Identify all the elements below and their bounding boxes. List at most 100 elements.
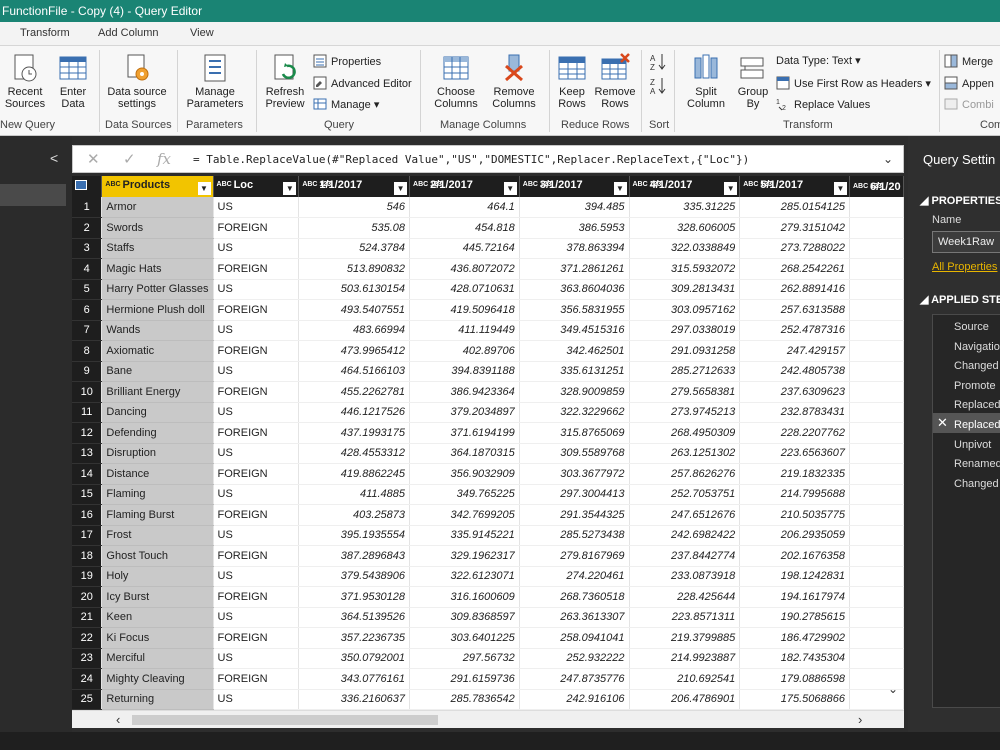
cell-value[interactable]: 285.7836542 (409, 689, 520, 710)
cell-value[interactable]: 273.7288022 (739, 238, 850, 259)
cell-value[interactable] (849, 648, 904, 669)
table-row[interactable]: 16 Flaming Burst FOREIGN 403.25873 342.76992… (72, 504, 904, 526)
cell-value[interactable]: 252.932222 (519, 648, 630, 669)
cell-value[interactable]: 342.7699205 (409, 504, 520, 526)
cell-value[interactable]: 402.89706 (409, 340, 520, 362)
cell-value[interactable]: 336.2160637 (298, 689, 411, 710)
row-number[interactable]: 22 (72, 627, 103, 649)
cell-loc[interactable]: US (213, 279, 300, 300)
cell-value[interactable]: 303.6401225 (409, 627, 520, 649)
row-number[interactable]: 23 (72, 648, 103, 669)
properties-button[interactable]: Properties (313, 54, 381, 68)
filter-dropdown-icon[interactable]: ▼ (613, 181, 627, 195)
table-row[interactable]: 5 Harry Potter Glasses US 503.6130154 428.07… (72, 279, 904, 300)
table-row[interactable]: 8 Axiomatic FOREIGN 473.9965412 402.89706 342… (72, 340, 904, 362)
cell-loc[interactable]: US (213, 566, 300, 587)
tab-transform[interactable]: Transform (20, 27, 70, 39)
column-header-loc[interactable]: ABC Loc ▼ (213, 176, 300, 197)
applied-step-item[interactable]: Promote (954, 380, 996, 392)
cell-value[interactable]: 210.692541 (629, 668, 741, 690)
commit-formula-icon[interactable]: ✓ (123, 150, 136, 168)
cell-loc[interactable]: US (213, 525, 300, 546)
cell-product[interactable]: Dancing (101, 402, 214, 423)
table-row[interactable]: 20 Icy Burst FOREIGN 371.9530128 316.1600609… (72, 586, 904, 608)
applied-steps-section-header[interactable]: ◢ APPLIED STE (920, 293, 1000, 306)
table-row[interactable]: 14 Distance FOREIGN 419.8862245 356.9032909 3… (72, 463, 904, 485)
scroll-right-icon[interactable]: › (858, 712, 862, 727)
cell-value[interactable]: 194.1617974 (739, 586, 850, 608)
cell-product[interactable]: Staffs (101, 238, 214, 259)
cell-value[interactable]: 228.425644 (629, 586, 741, 608)
selected-query-item[interactable] (0, 184, 66, 206)
cell-value[interactable]: 328.606005 (629, 217, 741, 239)
cell-value[interactable] (849, 361, 904, 382)
cell-value[interactable] (849, 340, 904, 362)
cell-value[interactable]: 303.3677972 (519, 463, 630, 485)
cell-value[interactable]: 437.1993175 (298, 422, 411, 444)
filter-dropdown-icon[interactable]: ▼ (394, 181, 408, 195)
table-row[interactable]: 2 Swords FOREIGN 535.08 454.818 386.5953 328.6… (72, 217, 904, 239)
cell-value[interactable]: 223.8571311 (629, 607, 741, 628)
cell-value[interactable]: 364.5139526 (298, 607, 411, 628)
cell-value[interactable]: 335.6131251 (519, 361, 630, 382)
row-number[interactable]: 10 (72, 381, 103, 403)
cell-loc[interactable]: US (213, 443, 300, 464)
cell-value[interactable]: 242.6982422 (629, 525, 741, 546)
cell-value[interactable]: 285.2712633 (629, 361, 741, 382)
cell-loc[interactable]: FOREIGN (213, 340, 300, 362)
cell-value[interactable]: 263.3613307 (519, 607, 630, 628)
cell-product[interactable]: Ghost Touch (101, 545, 214, 567)
cell-product[interactable]: Mighty Cleaving (101, 668, 214, 690)
cell-value[interactable] (849, 299, 904, 321)
cell-value[interactable]: 291.6159736 (409, 668, 520, 690)
row-number[interactable]: 13 (72, 443, 103, 464)
row-number[interactable]: 21 (72, 607, 103, 628)
cell-value[interactable]: 535.08 (298, 217, 411, 239)
cell-loc[interactable]: FOREIGN (213, 422, 300, 444)
cell-product[interactable]: Icy Burst (101, 586, 214, 608)
cell-value[interactable]: 263.1251302 (629, 443, 741, 464)
applied-step-item[interactable]: Replaced (954, 419, 1000, 431)
cell-value[interactable]: 210.5035775 (739, 504, 850, 526)
row-number[interactable]: 1 (72, 197, 103, 218)
cell-value[interactable]: 395.1935554 (298, 525, 411, 546)
cell-value[interactable]: 175.5068866 (739, 689, 850, 710)
cell-value[interactable]: 379.5438906 (298, 566, 411, 587)
table-row[interactable]: 9 Bane US 464.5166103 394.8391188 335.6131251… (72, 361, 904, 382)
table-row[interactable]: 22 Ki Focus FOREIGN 357.2236735 303.6401225 2… (72, 627, 904, 649)
row-number[interactable]: 24 (72, 668, 103, 690)
cell-value[interactable]: 297.0338019 (629, 320, 741, 341)
cell-loc[interactable]: FOREIGN (213, 545, 300, 567)
applied-step-item[interactable]: Replaced (954, 399, 1000, 411)
cell-value[interactable] (849, 443, 904, 464)
remove-columns-button[interactable]: Remove Columns (486, 52, 542, 110)
table-row[interactable]: 25 Returning US 336.2160637 285.7836542 242.9… (72, 689, 904, 710)
cell-value[interactable]: 237.8442774 (629, 545, 741, 567)
column-header-date[interactable]: ABC 123 4/1/2017 ▼ (629, 176, 741, 197)
cell-value[interactable]: 285.0154125 (739, 197, 850, 218)
query-name-input[interactable] (932, 231, 1000, 253)
cell-value[interactable]: 268.4950309 (629, 422, 741, 444)
tab-view[interactable]: View (190, 27, 214, 39)
table-row[interactable]: 15 Flaming US 411.4885 349.765225 297.3004413… (72, 484, 904, 505)
cell-product[interactable]: Bane (101, 361, 214, 382)
row-number[interactable]: 17 (72, 525, 103, 546)
column-header-date[interactable]: ABC 123 2/1/2017 ▼ (409, 176, 520, 197)
cell-value[interactable]: 349.4515316 (519, 320, 630, 341)
split-column-button[interactable]: Split Column (680, 52, 732, 110)
cell-value[interactable] (849, 402, 904, 423)
cell-value[interactable]: 291.0931258 (629, 340, 741, 362)
cell-product[interactable]: Disruption (101, 443, 214, 464)
cell-value[interactable]: 483.66994 (298, 320, 411, 341)
cell-value[interactable]: 419.5096418 (409, 299, 520, 321)
cell-value[interactable]: 274.220461 (519, 566, 630, 587)
row-number[interactable]: 7 (72, 320, 103, 341)
cell-loc[interactable]: FOREIGN (213, 299, 300, 321)
cell-loc[interactable]: FOREIGN (213, 627, 300, 649)
sort-descending-button[interactable]: ZA (650, 76, 670, 96)
scrollbar-thumb[interactable] (132, 715, 438, 725)
scroll-down-icon[interactable]: ⌄ (888, 682, 898, 696)
cell-value[interactable]: 371.9530128 (298, 586, 411, 608)
cell-value[interactable]: 237.6309623 (739, 381, 850, 403)
row-number[interactable]: 3 (72, 238, 103, 259)
